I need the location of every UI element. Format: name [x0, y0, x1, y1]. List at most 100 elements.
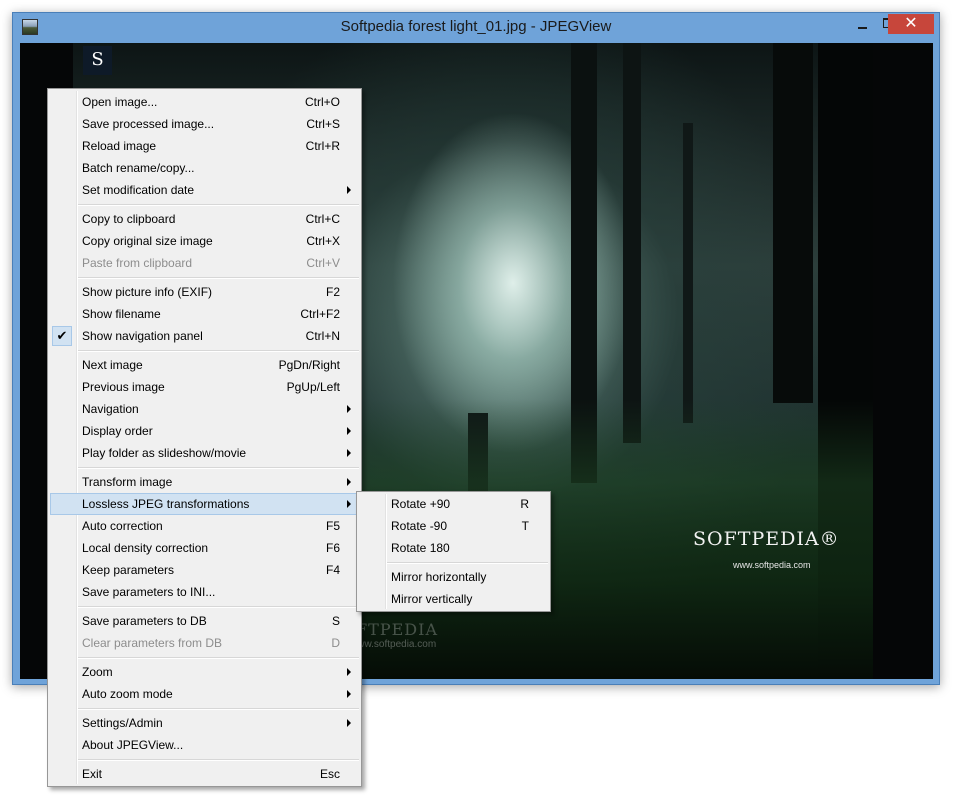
menu-item-label: Previous image: [82, 380, 165, 394]
menu-separator: [78, 350, 359, 352]
menu-item-save-parameters-db[interactable]: Save parameters to DB S: [50, 610, 359, 632]
menu-item-label: About JPEGView...: [82, 738, 184, 752]
menu-item-label: Paste from clipboard: [82, 256, 193, 270]
menu-separator: [78, 467, 359, 469]
submenu-arrow-icon: [347, 500, 351, 508]
submenu-arrow-icon: [347, 427, 351, 435]
menu-item-label: Transform image: [82, 475, 173, 489]
menu-item-label: Reload image: [82, 139, 157, 153]
submenu-item-mirror-horizontally[interactable]: Mirror horizontally: [359, 566, 548, 588]
menu-item-exit[interactable]: Exit Esc: [50, 763, 359, 785]
menu-item-keep-parameters[interactable]: Keep parameters F4: [50, 559, 359, 581]
submenu-arrow-icon: [347, 405, 351, 413]
menu-item-label: Exit: [82, 767, 103, 781]
menu-item-shortcut: S: [331, 614, 340, 628]
menu-item-shortcut: Ctrl+C: [305, 212, 340, 226]
menu-item-save-parameters-ini[interactable]: Save parameters to INI...: [50, 581, 359, 603]
menu-item-label: Save parameters to INI...: [82, 585, 216, 599]
menu-item-show-picture-info[interactable]: Show picture info (EXIF) F2: [50, 281, 359, 303]
title-bar[interactable]: Softpedia forest light_01.jpg - JPEGView…: [13, 13, 939, 43]
menu-item-reload-image[interactable]: Reload image Ctrl+R: [50, 135, 359, 157]
menu-item-label: Local density correction: [82, 541, 209, 555]
menu-item-about[interactable]: About JPEGView...: [50, 734, 359, 756]
submenu-arrow-icon: [347, 690, 351, 698]
menu-item-navigation[interactable]: Navigation: [50, 398, 359, 420]
menu-item-set-modification-date[interactable]: Set modification date: [50, 179, 359, 201]
menu-item-label: Rotate -90: [391, 519, 448, 533]
menu-item-shortcut: Ctrl+F2: [300, 307, 340, 321]
menu-item-shortcut: Ctrl+X: [306, 234, 340, 248]
menu-item-label: Show picture info (EXIF): [82, 285, 213, 299]
menu-item-label: Play folder as slideshow/movie: [82, 446, 247, 460]
menu-item-clear-parameters-db: Clear parameters from DB D: [50, 632, 359, 654]
menu-separator: [78, 606, 359, 608]
submenu-arrow-icon: [347, 719, 351, 727]
menu-item-copy-to-clipboard[interactable]: Copy to clipboard Ctrl+C: [50, 208, 359, 230]
submenu-arrow-icon: [347, 668, 351, 676]
menu-item-zoom[interactable]: Zoom: [50, 661, 359, 683]
menu-item-display-order[interactable]: Display order: [50, 420, 359, 442]
menu-item-shortcut: F4: [325, 563, 340, 577]
menu-item-local-density-correction[interactable]: Local density correction F6: [50, 537, 359, 559]
softpedia-url: www.softpedia.com: [733, 560, 811, 570]
menu-separator: [78, 759, 359, 761]
menu-item-label: Mirror vertically: [391, 592, 473, 606]
menu-item-label: Navigation: [82, 402, 139, 416]
check-icon: ✔: [52, 326, 72, 346]
menu-item-label: Clear parameters from DB: [82, 636, 223, 650]
context-menu: Open image... Ctrl+O Save processed imag…: [47, 88, 362, 787]
submenu-item-rotate-minus-90[interactable]: Rotate -90 T: [359, 515, 548, 537]
menu-item-label: Show filename: [82, 307, 161, 321]
menu-item-settings-admin[interactable]: Settings/Admin: [50, 712, 359, 734]
menu-item-shortcut: R: [520, 497, 529, 511]
menu-item-label: Open image...: [82, 95, 158, 109]
menu-item-shortcut: Ctrl+R: [305, 139, 340, 153]
menu-item-shortcut: PgDn/Right: [278, 358, 340, 372]
minimize-button[interactable]: [849, 14, 875, 34]
menu-item-shortcut: Ctrl+S: [306, 117, 340, 131]
menu-separator: [78, 657, 359, 659]
menu-item-open-image[interactable]: Open image... Ctrl+O: [50, 91, 359, 113]
menu-item-shortcut: F5: [325, 519, 340, 533]
window-title: Softpedia forest light_01.jpg - JPEGView: [340, 18, 612, 35]
menu-item-shortcut: T: [521, 519, 529, 533]
menu-item-label: Lossless JPEG transformations: [82, 497, 250, 511]
submenu-item-mirror-vertically[interactable]: Mirror vertically: [359, 588, 548, 610]
menu-item-copy-original-size[interactable]: Copy original size image Ctrl+X: [50, 230, 359, 252]
lossless-jpeg-submenu: Rotate +90 R Rotate -90 T Rotate 180 Mir…: [356, 491, 551, 612]
menu-item-show-navigation-panel[interactable]: ✔ Show navigation panel Ctrl+N: [50, 325, 359, 347]
menu-item-label: Auto zoom mode: [82, 687, 173, 701]
menu-item-auto-correction[interactable]: Auto correction F5: [50, 515, 359, 537]
menu-item-save-processed-image[interactable]: Save processed image... Ctrl+S: [50, 113, 359, 135]
menu-item-label: Save parameters to DB: [82, 614, 207, 628]
watermark-url: www.softpedia.com: [350, 639, 437, 650]
menu-item-transform-image[interactable]: Transform image: [50, 471, 359, 493]
menu-item-auto-zoom-mode[interactable]: Auto zoom mode: [50, 683, 359, 705]
menu-separator: [387, 562, 548, 564]
menu-item-play-folder-slideshow[interactable]: Play folder as slideshow/movie: [50, 442, 359, 464]
submenu-item-rotate-180[interactable]: Rotate 180: [359, 537, 548, 559]
submenu-arrow-icon: [347, 186, 351, 194]
menu-separator: [78, 204, 359, 206]
menu-item-label: Rotate 180: [391, 541, 450, 555]
close-button[interactable]: ✕: [888, 14, 934, 34]
menu-item-lossless-jpeg-transformations[interactable]: Lossless JPEG transformations: [50, 493, 359, 515]
menu-item-shortcut: D: [331, 636, 340, 650]
submenu-item-rotate-plus-90[interactable]: Rotate +90 R: [359, 493, 548, 515]
menu-item-label: Zoom: [82, 665, 113, 679]
menu-item-batch-rename[interactable]: Batch rename/copy...: [50, 157, 359, 179]
menu-item-shortcut: Ctrl+V: [306, 256, 340, 270]
menu-item-previous-image[interactable]: Previous image PgUp/Left: [50, 376, 359, 398]
menu-item-shortcut: Ctrl+N: [305, 329, 340, 343]
menu-item-label: Copy to clipboard: [82, 212, 176, 226]
menu-item-label: Keep parameters: [82, 563, 175, 577]
submenu-arrow-icon: [347, 478, 351, 486]
menu-item-label: Mirror horizontally: [391, 570, 487, 584]
menu-item-show-filename[interactable]: Show filename Ctrl+F2: [50, 303, 359, 325]
menu-item-shortcut: PgUp/Left: [286, 380, 340, 394]
navigation-badge[interactable]: S: [83, 46, 112, 75]
menu-item-label: Batch rename/copy...: [82, 161, 195, 175]
menu-item-paste-from-clipboard: Paste from clipboard Ctrl+V: [50, 252, 359, 274]
menu-item-shortcut: F2: [325, 285, 340, 299]
menu-item-next-image[interactable]: Next image PgDn/Right: [50, 354, 359, 376]
